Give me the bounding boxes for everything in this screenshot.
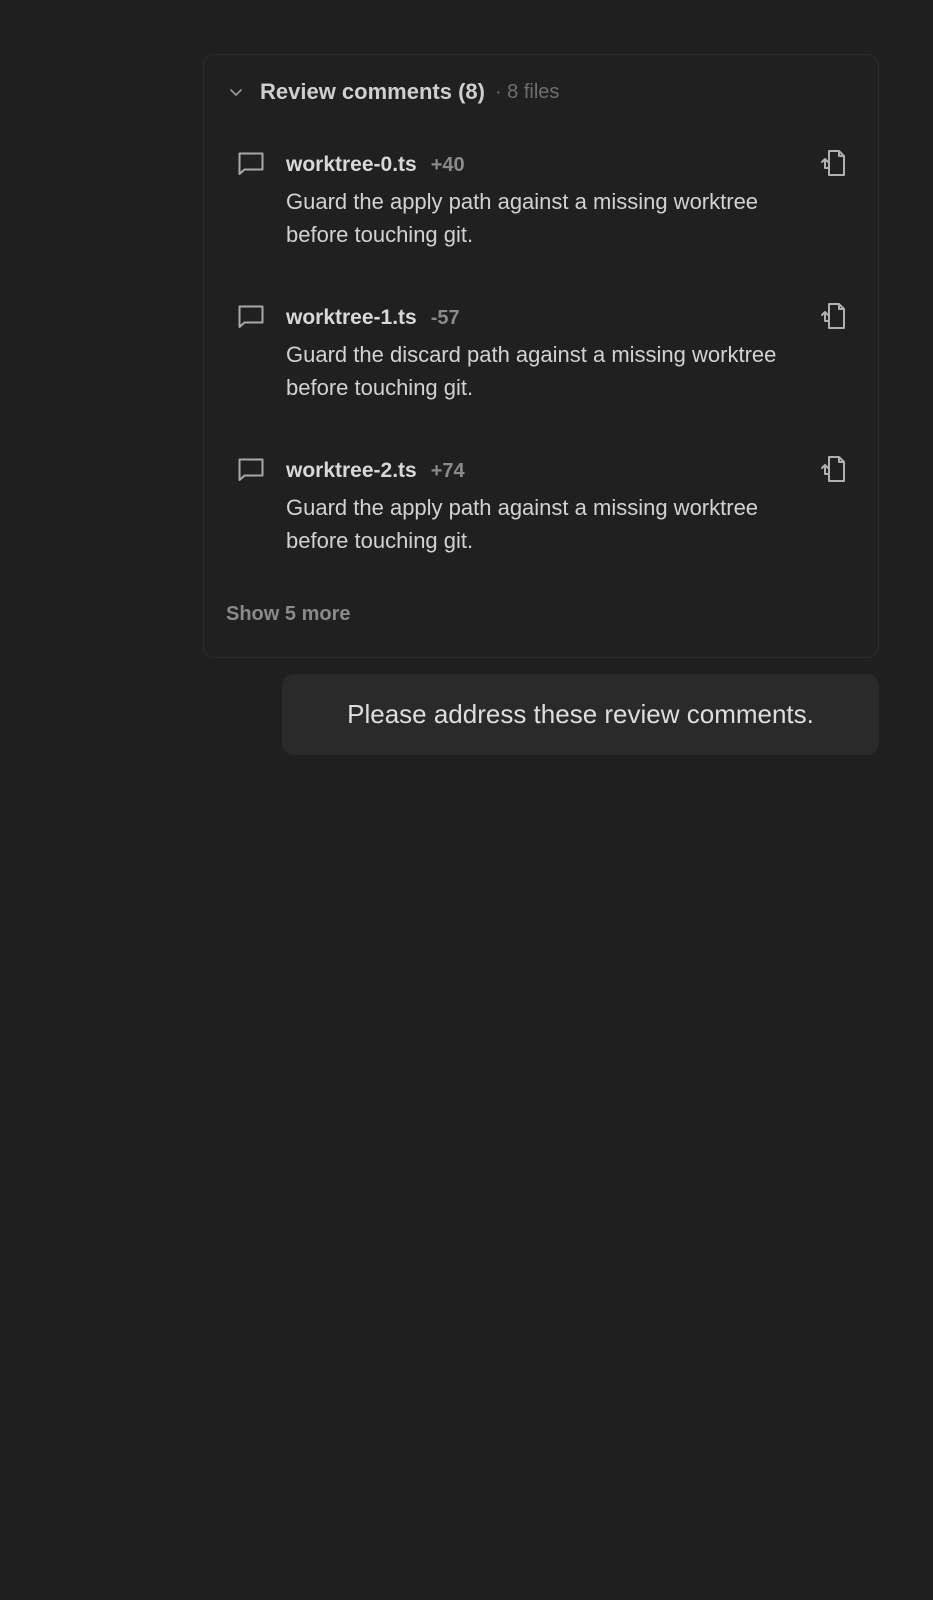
- comment-text: Guard the apply path against a missing w…: [286, 495, 759, 553]
- review-comments-title: Review comments (8): [260, 79, 485, 104]
- comment-filename[interactable]: worktree-2.ts: [286, 459, 417, 483]
- review-comments-header[interactable]: Review comments (8) · 8 files: [226, 77, 559, 107]
- comment-filename[interactable]: worktree-0.ts: [286, 153, 417, 177]
- review-comment-item: worktree-1.ts -57 Guard the discard path…: [237, 300, 849, 420]
- open-file-icon[interactable]: [817, 300, 849, 332]
- comment-icon: [237, 304, 265, 330]
- comment-line-delta: -57: [430, 306, 460, 329]
- user-message-bubble: Please address these review comments.: [282, 674, 879, 755]
- comment-filename[interactable]: worktree-1.ts: [286, 306, 417, 330]
- review-comments-file-count: · 8 files: [494, 80, 560, 103]
- open-file-icon[interactable]: [817, 147, 849, 179]
- comment-text: Guard the apply path against a missing w…: [286, 189, 759, 247]
- show-more-button[interactable]: Show 5 more: [226, 603, 350, 626]
- review-comment-item: worktree-0.ts +40 Guard the apply path a…: [237, 147, 849, 267]
- comment-line-delta: +74: [430, 459, 465, 482]
- review-comments-panel: Review comments (8) · 8 files worktree-0…: [203, 54, 879, 658]
- comment-icon: [237, 457, 265, 483]
- open-file-icon[interactable]: [817, 453, 849, 485]
- user-message-text: Please address these review comments.: [347, 699, 814, 729]
- comment-icon: [237, 151, 265, 177]
- comment-text: Guard the discard path against a missing…: [286, 342, 777, 400]
- comment-line-delta: +40: [430, 153, 465, 176]
- review-comment-item: worktree-2.ts +74 Guard the apply path a…: [237, 453, 849, 573]
- chevron-down-icon[interactable]: [226, 82, 246, 102]
